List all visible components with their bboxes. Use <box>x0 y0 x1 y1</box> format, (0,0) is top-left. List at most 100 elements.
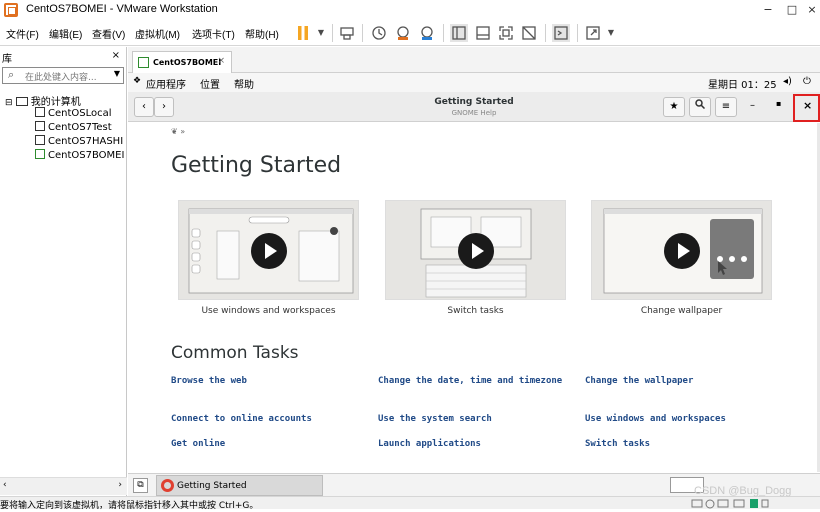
breadcrumb[interactable]: ❦ » <box>171 127 185 136</box>
menu-button[interactable]: ≡ <box>715 97 737 117</box>
applications-menu[interactable]: 应用程序 <box>146 76 186 91</box>
play-icon[interactable] <box>251 233 287 269</box>
window-title: CentOS7BOMEI - VMware Workstation <box>26 3 218 15</box>
search-button[interactable] <box>689 97 711 117</box>
menu-edit[interactable]: 编辑(E) <box>49 26 82 41</box>
places-menu[interactable]: 位置 <box>200 76 220 91</box>
menu-help[interactable]: 帮助(H) <box>245 26 279 41</box>
taskbar-window-label: Getting Started <box>177 481 247 491</box>
page-title: Getting Started <box>171 153 342 178</box>
task-link[interactable]: Use windows and workspaces <box>585 413 775 425</box>
snapshot-icon[interactable] <box>370 24 388 42</box>
task-link[interactable]: Use the system search <box>378 413 568 425</box>
thumbnail-bar-icon[interactable] <box>474 24 492 42</box>
unity-mode-icon[interactable] <box>520 24 538 42</box>
show-library-icon[interactable] <box>450 24 468 42</box>
guest-display[interactable]: ❖ 应用程序 位置 帮助 星期日 01：25 ◂) ⏻ ‹ › Getting … <box>128 73 820 496</box>
console-view-icon[interactable] <box>552 24 570 42</box>
snapshot-manager-icon[interactable] <box>418 24 436 42</box>
computer-icon <box>15 97 28 106</box>
video-caption: Change wallpaper <box>640 306 723 316</box>
tree-vm-item[interactable]: CentOS7HASHI <box>35 135 125 147</box>
toolbar-separator <box>545 24 546 42</box>
stretch-guest-icon[interactable] <box>584 24 602 42</box>
pause-dropdown-icon[interactable]: ▼ <box>312 24 330 42</box>
bookmark-button[interactable]: ★ <box>663 97 685 117</box>
tree-vm-item-active[interactable]: CentOS7BOMEI <box>35 149 125 161</box>
vm-icon <box>35 107 45 117</box>
collapse-icon[interactable]: ⊟ <box>5 98 13 108</box>
video-thumbnail[interactable] <box>385 200 566 300</box>
library-search-input[interactable]: ⌕ 在此处键入内容... ▼ <box>2 67 124 84</box>
video-caption: Switch tasks <box>447 306 504 316</box>
power-icon[interactable]: ⏻ <box>803 76 811 87</box>
task-link[interactable]: Launch applications <box>378 438 568 450</box>
clock[interactable]: 星期日 01：25 <box>708 76 777 91</box>
tree-vm-label: CentOS7HASHI <box>48 136 124 147</box>
minimize-help-button[interactable]: – <box>750 100 755 111</box>
revert-snapshot-icon[interactable] <box>394 24 412 42</box>
vm-icon <box>35 121 45 131</box>
chevron-down-icon[interactable]: ▼ <box>114 69 120 78</box>
scroll-left-icon[interactable]: ‹ <box>3 480 7 490</box>
menu-view[interactable]: 查看(V) <box>92 26 125 41</box>
task-link[interactable]: Get online <box>171 438 361 450</box>
tree-vm-item[interactable]: CentOSLocal <box>35 107 112 119</box>
send-ctrl-alt-del-icon[interactable] <box>338 24 356 42</box>
library-close-button[interactable]: × <box>112 50 120 61</box>
vm-tab-strip: CentOS7BOMEI × <box>128 47 820 73</box>
play-icon[interactable] <box>458 233 494 269</box>
menu-vm[interactable]: 虚拟机(M) <box>135 26 180 41</box>
task-link[interactable]: Connect to online accounts <box>171 413 361 425</box>
vm-icon <box>35 135 45 145</box>
menubar: 文件(F) 编辑(E) 查看(V) 虚拟机(M) 选项卡(T) 帮助(H) ▼ … <box>0 20 820 46</box>
gnome-top-bar: ❖ 应用程序 位置 帮助 星期日 01：25 ◂) ⏻ <box>128 73 820 92</box>
task-link[interactable]: Switch tasks <box>585 438 775 450</box>
vm-tab-close-button[interactable]: × <box>217 56 225 66</box>
maximize-help-button[interactable]: ▪ <box>776 99 781 108</box>
show-desktop-icon[interactable]: ⧉ <box>133 478 148 493</box>
tree-root-my-computer[interactable]: ⊟ 我的计算机 <box>5 93 81 108</box>
task-link[interactable]: Change the wallpaper <box>585 375 775 387</box>
toolbar-separator <box>362 24 363 42</box>
tree-vm-item[interactable]: CentOS7Test <box>35 121 112 133</box>
help-app-menu[interactable]: 帮助 <box>234 76 254 91</box>
tree-vm-label: CentOS7BOMEI <box>48 150 125 161</box>
task-link[interactable]: Browse the web <box>171 375 361 387</box>
pause-icon[interactable] <box>294 24 312 42</box>
vmware-logo-icon <box>4 3 18 17</box>
taskbar-window-button[interactable]: Getting Started <box>156 475 323 496</box>
library-search-placeholder: 在此处键入内容... <box>25 73 97 83</box>
running-vm-icon <box>35 149 45 159</box>
tree-vm-label: CentOSLocal <box>48 108 112 119</box>
library-title: 库 <box>2 54 12 65</box>
stretch-dropdown-icon[interactable]: ▼ <box>602 24 620 42</box>
full-screen-icon[interactable] <box>497 24 515 42</box>
common-tasks-heading: Common Tasks <box>171 343 299 363</box>
task-link[interactable]: Change the date, time and timezone <box>378 375 568 387</box>
menu-tabs[interactable]: 选项卡(T) <box>192 26 235 41</box>
toolbar-separator <box>332 24 333 42</box>
scroll-right-icon[interactable]: › <box>118 480 122 490</box>
video-caption: Use windows and workspaces <box>201 306 336 316</box>
vm-tab[interactable]: CentOS7BOMEI × <box>132 51 232 73</box>
library-horizontal-scrollbar[interactable]: ‹ › <box>0 477 127 495</box>
video-thumbnail[interactable] <box>178 200 359 300</box>
help-content: ❦ » Getting Started Use windows and work… <box>128 123 820 472</box>
statusbar: 要将输入定向到该虚拟机，请将鼠标指针移入其中或按 Ctrl+G。 CSDN @B… <box>0 485 820 511</box>
menu-file[interactable]: 文件(F) <box>6 26 39 41</box>
running-vm-icon <box>138 57 149 68</box>
library-panel: 库 × ⌕ 在此处键入内容... ▼ ⊟ 我的计算机 CentOSLocal C… <box>0 47 127 496</box>
search-icon <box>695 99 706 112</box>
play-icon[interactable] <box>664 233 700 269</box>
close-window-button[interactable]: × <box>802 2 820 18</box>
video-thumbnail[interactable] <box>591 200 772 300</box>
toolbar-separator <box>443 24 444 42</box>
maximize-button[interactable]: □ <box>782 2 802 18</box>
minimize-button[interactable]: − <box>758 2 778 18</box>
window-titlebar: CentOS7BOMEI - VMware Workstation − □ × <box>0 0 820 20</box>
tree-vm-label: CentOS7Test <box>48 122 112 133</box>
help-headerbar: ‹ › Getting Started GNOME Help ★ ≡ – ▪ × <box>128 92 820 122</box>
volume-icon[interactable]: ◂) <box>783 76 792 87</box>
device-status-icons[interactable] <box>690 498 770 509</box>
